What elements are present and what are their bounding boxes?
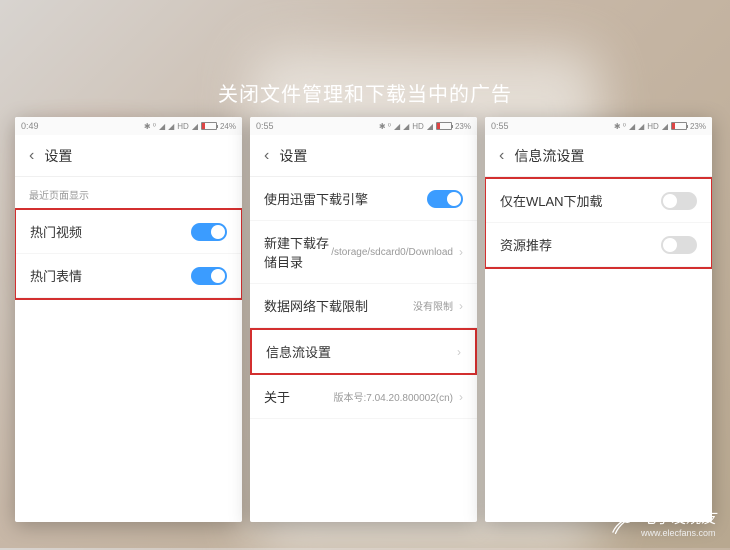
battery-icon [671, 122, 687, 130]
status-icons: ✱ ⁰ ◢ ◢ HD ◢ 23% [614, 122, 706, 131]
toggle[interactable] [191, 223, 227, 241]
battery-icon [201, 122, 217, 130]
phone-screenshot-2: 0:55 ✱ ⁰ ◢ ◢ HD ◢ 23% ‹ 设置 使用迅雷下载引擎 新建下载… [250, 117, 477, 522]
chevron-right-icon: › [459, 299, 463, 313]
watermark-name: 电子发烧友 [641, 507, 716, 528]
status-icons: ✱ ⁰ ◢ ◢ HD ◢ 23% [379, 122, 471, 131]
toggle[interactable] [661, 236, 697, 254]
row-resource-recommend[interactable]: 资源推荐 [486, 223, 711, 267]
row-label: 仅在WLAN下加载 [500, 191, 661, 210]
status-time: 0:55 [256, 121, 274, 131]
toggle[interactable] [191, 267, 227, 285]
header: ‹ 信息流设置 [485, 135, 712, 177]
statusbar: 0:55 ✱ ⁰ ◢ ◢ HD ◢ 23% [485, 117, 712, 135]
phone-screenshot-3: 0:55 ✱ ⁰ ◢ ◢ HD ◢ 23% ‹ 信息流设置 仅在WLAN下加载 … [485, 117, 712, 522]
page-title: 关闭文件管理和下载当中的广告 [0, 78, 730, 107]
statusbar: 0:49 ✱ ⁰ ◢ ◢ HD ◢ 24% [15, 117, 242, 135]
row-value: 版本号:7.04.20.800002(cn) [333, 389, 453, 404]
row-label: 资源推荐 [500, 235, 661, 254]
toggle[interactable] [661, 192, 697, 210]
row-label: 使用迅雷下载引擎 [264, 189, 427, 208]
section-label: 最近页面显示 [15, 177, 242, 208]
row-data-limit[interactable]: 数据网络下载限制 没有限制 › [250, 284, 477, 328]
row-feed-settings[interactable]: 信息流设置 › [250, 328, 477, 375]
phone-screenshot-1: 0:49 ✱ ⁰ ◢ ◢ HD ◢ 24% ‹ 设置 最近页面显示 热门视频 热 [15, 117, 242, 522]
watermark: 电子发烧友 www.elecfans.com [609, 507, 716, 538]
back-icon[interactable]: ‹ [264, 147, 269, 165]
row-label: 热门视频 [30, 222, 191, 241]
row-about[interactable]: 关于 版本号:7.04.20.800002(cn) › [250, 375, 477, 419]
status-time: 0:55 [491, 121, 509, 131]
back-icon[interactable]: ‹ [29, 147, 34, 165]
row-label: 关于 [264, 387, 333, 406]
chevron-right-icon: › [457, 345, 461, 359]
logo-icon [609, 510, 635, 536]
row-label: 信息流设置 [266, 342, 457, 361]
highlight-box: 热门视频 热门表情 [15, 208, 242, 300]
row-xunlei-engine[interactable]: 使用迅雷下载引擎 [250, 177, 477, 221]
header: ‹ 设置 [250, 135, 477, 177]
row-hot-emoji[interactable]: 热门表情 [16, 254, 241, 298]
back-icon[interactable]: ‹ [499, 147, 504, 165]
header-title: 设置 [279, 146, 307, 166]
row-download-dir[interactable]: 新建下载存储目录 /storage/sdcard0/Download › [250, 221, 477, 284]
chevron-right-icon: › [459, 390, 463, 404]
row-value: /storage/sdcard0/Download [331, 247, 453, 258]
row-value: 没有限制 [413, 298, 453, 313]
header-title: 信息流设置 [514, 146, 584, 166]
chevron-right-icon: › [459, 245, 463, 259]
toggle[interactable] [427, 190, 463, 208]
row-wlan-only[interactable]: 仅在WLAN下加载 [486, 179, 711, 223]
status-icons: ✱ ⁰ ◢ ◢ HD ◢ 24% [144, 122, 236, 131]
row-label: 新建下载存储目录 [264, 233, 331, 271]
row-label: 热门表情 [30, 266, 191, 285]
status-time: 0:49 [21, 121, 39, 131]
highlight-box: 仅在WLAN下加载 资源推荐 [485, 177, 712, 269]
header-title: 设置 [44, 146, 72, 166]
battery-icon [436, 122, 452, 130]
watermark-url: www.elecfans.com [641, 528, 716, 538]
header: ‹ 设置 [15, 135, 242, 177]
statusbar: 0:55 ✱ ⁰ ◢ ◢ HD ◢ 23% [250, 117, 477, 135]
row-label: 数据网络下载限制 [264, 296, 413, 315]
row-hot-video[interactable]: 热门视频 [16, 210, 241, 254]
